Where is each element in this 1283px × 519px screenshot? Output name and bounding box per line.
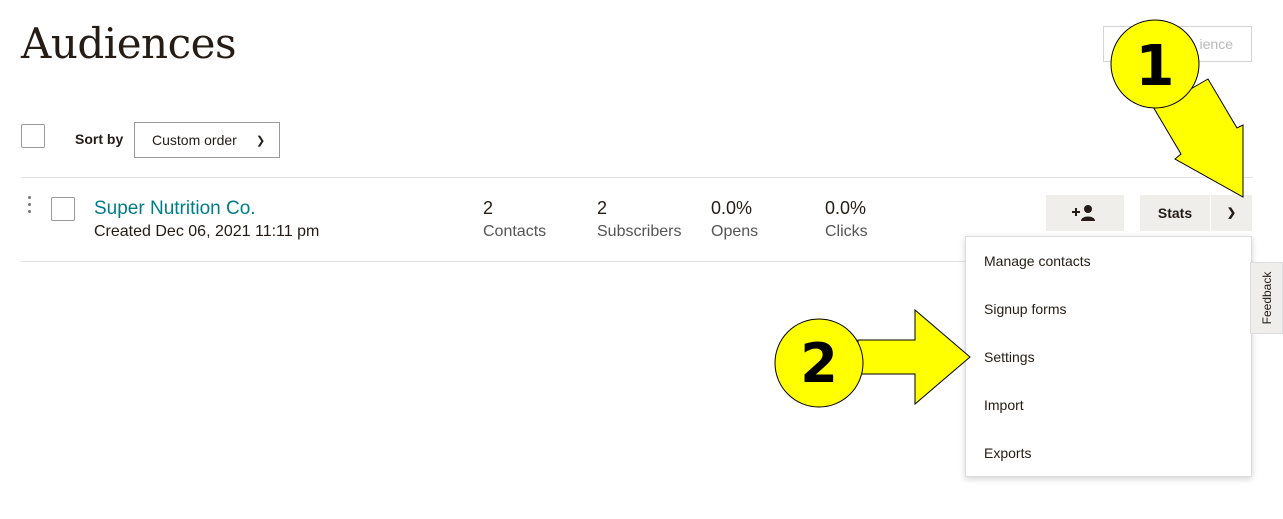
annotation-overlay: 1 2 [774,19,1244,408]
callout-2-label: 2 [800,332,838,395]
callout-1-label: 1 [1136,34,1175,99]
arrow-2-icon [857,308,971,406]
